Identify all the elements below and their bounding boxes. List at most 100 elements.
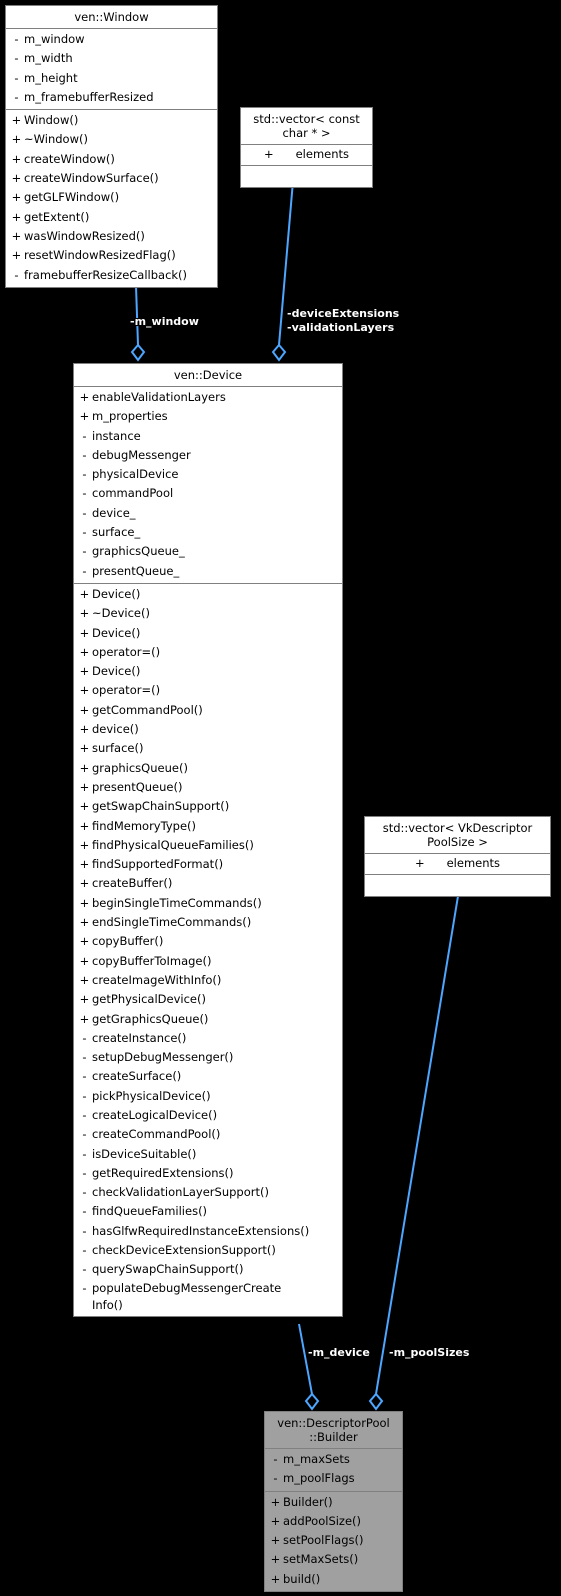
- visibility-marker: +: [11, 151, 22, 166]
- member-name: getExtent(): [24, 209, 90, 224]
- class-box-ven-descriptorpool-builder[interactable]: ven::DescriptorPool ::Builder - m_maxSet…: [264, 1411, 403, 1593]
- method-row: - hasGlfwRequiredInstanceExtensions(): [74, 1222, 342, 1241]
- method-row: + copyBufferToImage(): [74, 952, 342, 971]
- visibility-marker: +: [270, 1552, 281, 1567]
- method-row: - createLogicalDevice(): [74, 1106, 342, 1125]
- visibility-marker: -: [82, 544, 87, 559]
- class-title-ven-device: ven::Device: [74, 364, 342, 387]
- edge-label-m-pool-sizes: -m_poolSizes: [389, 1346, 470, 1359]
- edge-device-builder: [298, 1323, 320, 1411]
- class-box-ven-device[interactable]: ven::Device + enableValidationLayers + m…: [73, 363, 343, 1317]
- visibility-marker: +: [414, 856, 425, 870]
- member-name: surface(): [92, 741, 144, 756]
- member-name: setPoolFlags(): [283, 1533, 364, 1548]
- member-name: createCommandPool(): [92, 1127, 221, 1142]
- method-row: + ~Window(): [6, 130, 217, 149]
- visibility-marker: +: [11, 248, 22, 263]
- member-name: debugMessenger: [92, 447, 191, 462]
- member-name: device(): [92, 722, 139, 737]
- member-name: setMaxSets(): [283, 1552, 359, 1567]
- visibility-marker: -: [82, 447, 87, 462]
- visibility-marker: -: [82, 525, 87, 540]
- method-row: - findQueueFamilies(): [74, 1202, 342, 1221]
- member-name: findSupportedFormat(): [92, 857, 224, 872]
- member-name: Device(): [92, 664, 141, 679]
- method-row: + createWindowSurface(): [6, 169, 217, 188]
- method-row: + Device(): [74, 624, 342, 643]
- method-row: + beginSingleTimeCommands(): [74, 894, 342, 913]
- member-name: instance: [92, 428, 141, 443]
- method-row: + setPoolFlags(): [265, 1531, 402, 1550]
- method-row: + createBuffer(): [74, 874, 342, 893]
- member-name: createSurface(): [92, 1069, 182, 1084]
- member-name: checkDeviceExtensionSupport(): [92, 1243, 276, 1258]
- visibility-marker: +: [79, 818, 90, 833]
- member-name: m_poolFlags: [283, 1471, 355, 1486]
- member-name: elements: [295, 147, 350, 161]
- visibility-marker: -: [82, 1185, 87, 1200]
- method-row: - querySwapChainSupport(): [74, 1260, 342, 1279]
- method-row: - checkDeviceExtensionSupport(): [74, 1241, 342, 1260]
- method-row: + copyBuffer(): [74, 932, 342, 951]
- method-row: - checkValidationLayerSupport(): [74, 1183, 342, 1202]
- class-box-ven-window[interactable]: ven::Window - m_window - m_width - m_hei…: [5, 5, 218, 288]
- attribute-row: - m_width: [6, 49, 217, 68]
- visibility-marker: +: [11, 113, 22, 128]
- visibility-marker: +: [79, 876, 90, 891]
- visibility-marker: -: [273, 1452, 278, 1466]
- method-row: + setMaxSets(): [265, 1550, 402, 1569]
- member-name: enableValidationLayers: [92, 390, 226, 404]
- visibility-marker: +: [79, 702, 90, 717]
- visibility-marker: +: [79, 586, 90, 601]
- member-name: m_height: [24, 70, 78, 85]
- visibility-marker: -: [82, 1223, 87, 1238]
- visibility-marker: -: [82, 1088, 87, 1103]
- visibility-marker: +: [263, 147, 274, 161]
- attribute-row: - m_height: [6, 69, 217, 88]
- visibility-marker: +: [79, 409, 90, 424]
- attribute-row: - presentQueue_: [74, 562, 342, 581]
- method-row: + build(): [265, 1570, 402, 1589]
- class-box-std-vector-const-char-ptr[interactable]: std::vector< const char * > + elements: [240, 107, 373, 188]
- member-name: operator=(): [92, 683, 161, 698]
- visibility-marker: -: [14, 89, 19, 104]
- method-row: + findSupportedFormat(): [74, 855, 342, 874]
- visibility-marker: +: [79, 644, 90, 659]
- member-name: m_maxSets: [283, 1452, 350, 1466]
- method-row: + endSingleTimeCommands(): [74, 913, 342, 932]
- member-name: framebufferResizeCallback(): [24, 267, 188, 282]
- method-row: + findMemoryType(): [74, 817, 342, 836]
- class-box-std-vector-vkdescriptorpoolsize[interactable]: std::vector< VkDescriptor PoolSize > + e…: [364, 816, 551, 897]
- attribute-row: - debugMessenger: [74, 446, 342, 465]
- visibility-marker: +: [11, 171, 22, 186]
- member-name: endSingleTimeCommands(): [92, 915, 252, 930]
- visibility-marker: -: [82, 1262, 87, 1277]
- member-name: getPhysicalDevice(): [92, 992, 206, 1007]
- member-name: findMemoryType(): [92, 818, 196, 833]
- class-title-ven-window: ven::Window: [6, 6, 217, 29]
- visibility-marker: -: [82, 1050, 87, 1065]
- member-name: checkValidationLayerSupport(): [92, 1185, 269, 1200]
- visibility-marker: +: [79, 799, 90, 814]
- attribute-row: - commandPool: [74, 484, 342, 503]
- method-row: - createInstance(): [74, 1029, 342, 1048]
- member-name: getRequiredExtensions(): [92, 1165, 234, 1180]
- class-title-ven-descriptorpool-builder: ven::DescriptorPool ::Builder: [265, 1412, 402, 1449]
- visibility-marker: +: [79, 992, 90, 1007]
- visibility-marker: -: [82, 1107, 87, 1122]
- member-name: operator=(): [92, 644, 161, 659]
- member-name: populateDebugMessengerCreate Info(): [92, 1280, 282, 1312]
- member-name: findPhysicalQueueFamilies(): [92, 837, 254, 852]
- method-row: + getExtent(): [6, 208, 217, 227]
- visibility-marker: +: [79, 606, 90, 621]
- method-row: - createCommandPool(): [74, 1125, 342, 1144]
- class-methods-ven-descriptorpool-builder: + Builder() + addPoolSize() + setPoolFla…: [265, 1492, 402, 1591]
- visibility-marker: +: [270, 1513, 281, 1528]
- attribute-row: - surface_: [74, 523, 342, 542]
- visibility-marker: -: [82, 563, 87, 578]
- member-name: hasGlfwRequiredInstanceExtensions(): [92, 1223, 310, 1238]
- method-row: + findPhysicalQueueFamilies(): [74, 836, 342, 855]
- visibility-marker: +: [79, 722, 90, 737]
- method-row: + operator=(): [74, 643, 342, 662]
- method-row: + Device(): [74, 585, 342, 604]
